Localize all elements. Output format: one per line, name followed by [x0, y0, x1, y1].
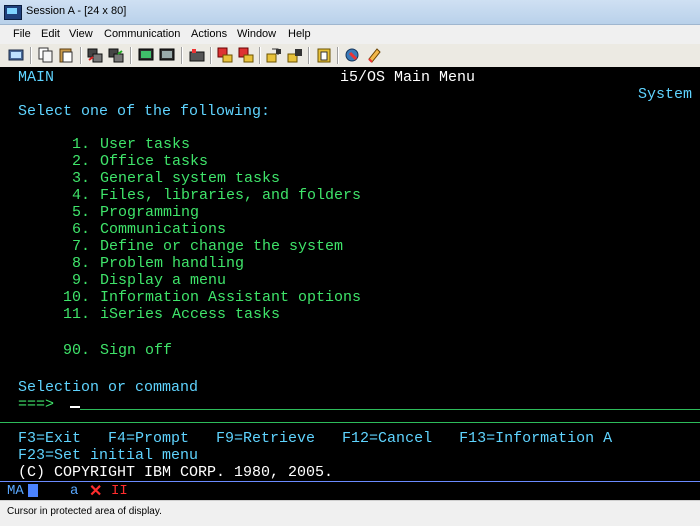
status-bar: Cursor in protected area of display. — [0, 500, 700, 526]
text-cursor — [70, 406, 80, 408]
title-bar: Session A - [24 x 80] — [0, 0, 700, 25]
mode-indicator: MA — [7, 483, 24, 499]
paste-icon[interactable] — [58, 47, 74, 63]
option-number: 4. — [71, 187, 90, 204]
panel-id: MAIN — [18, 69, 55, 86]
keyboard-lock-indicator — [28, 484, 38, 497]
print-screen-icon[interactable] — [8, 47, 24, 63]
terminal-screen[interactable]: MAIN i5/OS Main Menu System Select one o… — [0, 67, 700, 481]
option-number: 9. — [71, 272, 90, 289]
option-number: 7. — [71, 238, 90, 255]
operator-info-area: MA a ✕ II — [0, 481, 700, 501]
select-prompt: Select one of the following: — [18, 103, 271, 120]
menu-view[interactable]: View — [69, 28, 93, 40]
menu-edit[interactable]: Edit — [41, 28, 60, 40]
toolbar — [0, 44, 700, 68]
menu-window[interactable]: Window — [237, 28, 276, 40]
option-number: 3. — [71, 170, 90, 187]
input-inhibited-indicator: II — [111, 483, 128, 499]
command-prompt: ===> — [18, 396, 55, 413]
option-number: 10. — [62, 289, 90, 306]
display-icon[interactable] — [138, 47, 154, 63]
command-input[interactable] — [80, 409, 700, 410]
edit-macro-icon[interactable] — [287, 47, 303, 63]
copy-icon[interactable] — [38, 47, 54, 63]
function-keys-line-2: F23=Set initial menu — [18, 447, 199, 464]
display-alt-icon[interactable] — [159, 47, 175, 63]
option-label: Files, libraries, and folders — [100, 187, 362, 204]
menu-actions[interactable]: Actions — [191, 28, 227, 40]
screen-title: i5/OS Main Menu — [340, 69, 476, 86]
macro-stop-icon[interactable] — [238, 47, 254, 63]
option-number: 11. — [62, 306, 90, 323]
window-title: Session A - [24 x 80] — [26, 5, 127, 17]
option-label: Communications — [100, 221, 227, 238]
error-x-icon: ✕ — [89, 483, 103, 501]
session-indicator: a — [70, 483, 79, 499]
selection-label: Selection or command — [18, 379, 199, 396]
status-message: Cursor in protected area of display. — [7, 506, 162, 517]
send-icon[interactable] — [87, 47, 103, 63]
system-label: System — [638, 86, 693, 103]
help-icon[interactable] — [366, 47, 382, 63]
option-number: 1. — [71, 136, 90, 153]
option-label: iSeries Access tasks — [100, 306, 281, 323]
option-label: Information Assistant options — [100, 289, 362, 306]
option-number: 2. — [71, 153, 90, 170]
tools-icon[interactable] — [345, 47, 361, 63]
menu-bar: File Edit View Communication Actions Win… — [0, 25, 700, 44]
option-label: Office tasks — [100, 153, 209, 170]
option-label: General system tasks — [100, 170, 281, 187]
menu-help[interactable]: Help — [288, 28, 311, 40]
function-keys-line-1: F3=Exit F4=Prompt F9=Retrieve F12=Cancel… — [18, 430, 613, 447]
macro-play-icon[interactable] — [217, 47, 233, 63]
option-label: Define or change the system — [100, 238, 344, 255]
menu-communication[interactable]: Communication — [104, 28, 180, 40]
option-label: Problem handling — [100, 255, 245, 272]
menu-file[interactable]: File — [13, 28, 31, 40]
option-number: 6. — [71, 221, 90, 238]
app-icon[interactable] — [4, 5, 22, 20]
option-label: Display a menu — [100, 272, 227, 289]
receive-icon[interactable] — [108, 47, 124, 63]
option-number: 8. — [71, 255, 90, 272]
keyboard-map-icon[interactable] — [266, 47, 282, 63]
option-number: 5. — [71, 204, 90, 221]
option-label: Programming — [100, 204, 200, 221]
option-label: Sign off — [100, 342, 173, 359]
divider — [0, 422, 700, 423]
option-number: 90. — [62, 342, 90, 359]
macro-record-icon[interactable] — [189, 47, 205, 63]
copyright-line: (C) COPYRIGHT IBM CORP. 1980, 2005. — [18, 464, 334, 481]
clipboard-icon[interactable] — [316, 47, 332, 63]
option-label: User tasks — [100, 136, 191, 153]
